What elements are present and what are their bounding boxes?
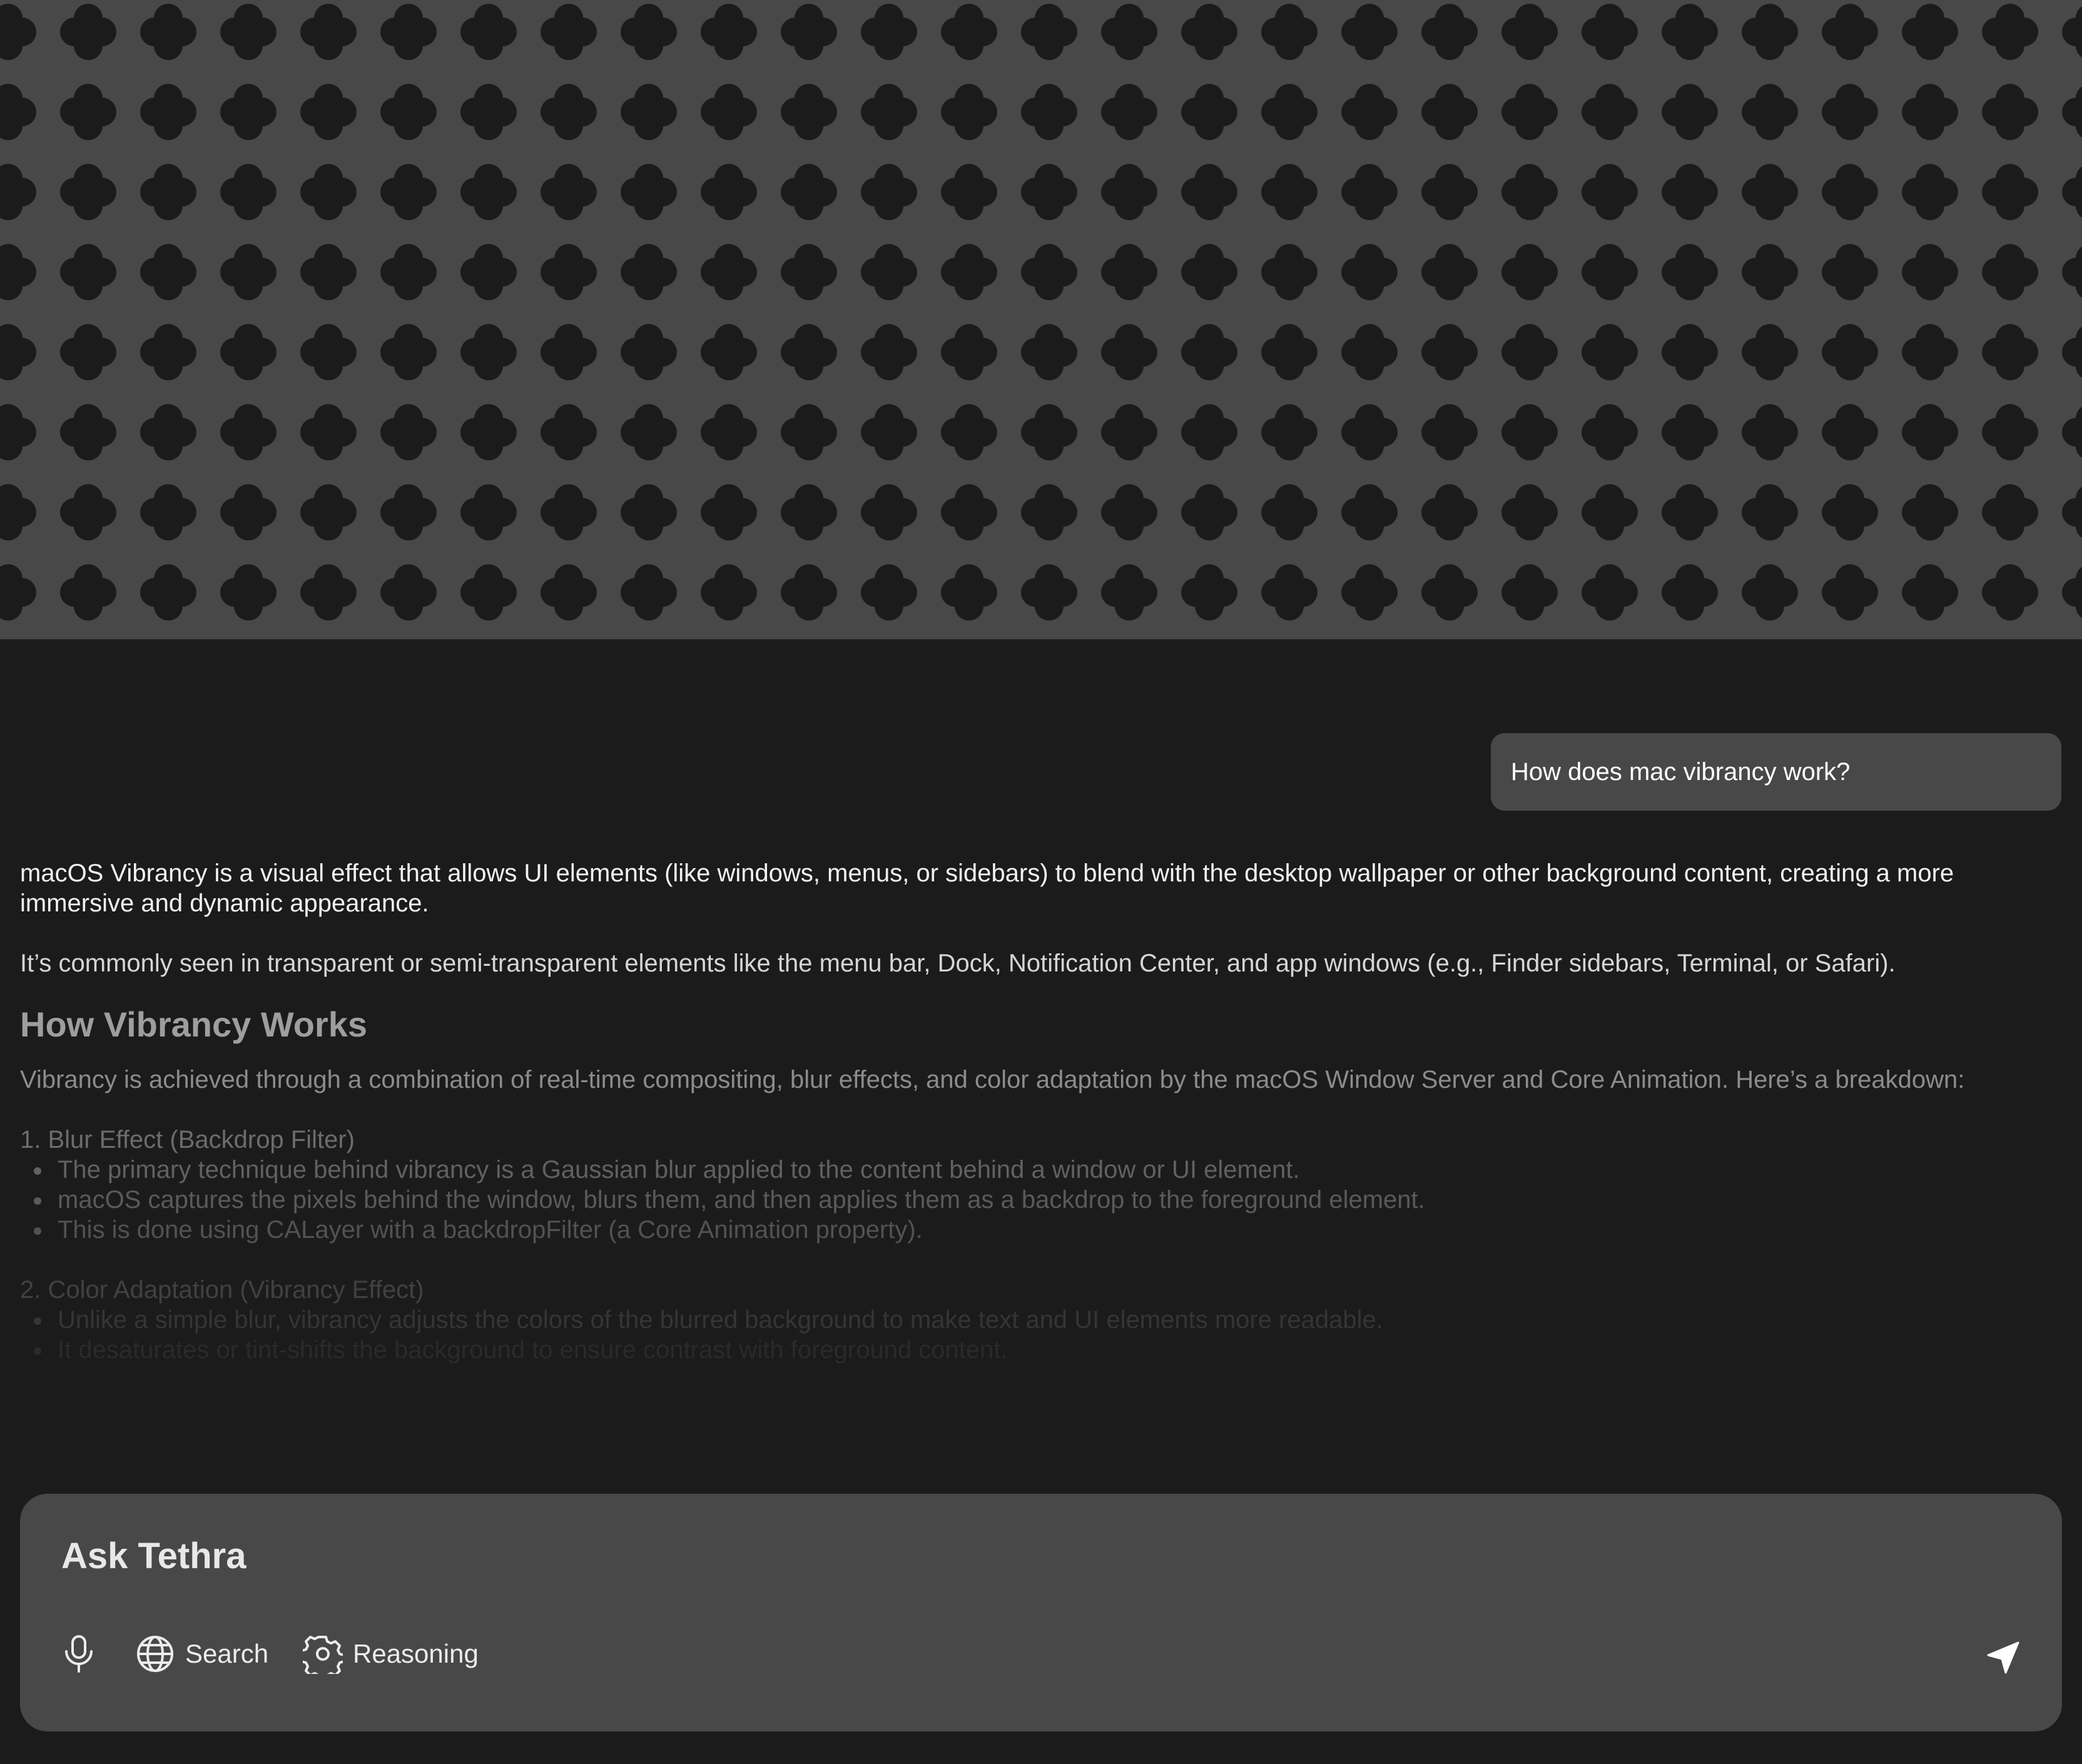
message-composer: Ask Tethra Search Reasoning <box>20 1494 2062 1731</box>
gear-icon <box>303 1636 343 1674</box>
user-message-text: How does mac vibrancy work? <box>1511 758 1851 786</box>
list-item: This is done using CALayer with a backdr… <box>20 1215 2047 1245</box>
prompt-input[interactable]: Ask Tethra <box>61 1535 246 1577</box>
list-item: The primary technique behind vibrancy is… <box>20 1155 2047 1185</box>
response-paragraph: macOS Vibrancy is a visual effect that a… <box>20 859 1954 917</box>
send-icon <box>1987 1641 2019 1674</box>
list-item: macOS captures the pixels behind the win… <box>20 1185 2047 1215</box>
send-button[interactable] <box>1984 1639 2022 1680</box>
bullet-list: Unlike a simple blur, vibrancy adjusts t… <box>20 1305 2047 1365</box>
search-button[interactable]: Search <box>135 1634 268 1674</box>
chat-window: How does mac vibrancy work? macOS Vibran… <box>0 0 2082 1764</box>
response-paragraph: Vibrancy is achieved through a combinati… <box>20 1066 1965 1093</box>
section-title: 1. Blur Effect (Backdrop Filter) <box>20 1126 355 1153</box>
reasoning-label: Reasoning <box>353 1639 479 1668</box>
response-heading: How Vibrancy Works <box>20 1005 367 1044</box>
list-item: It desaturates or tint-shifts the backgr… <box>20 1335 2047 1365</box>
microphone-icon <box>65 1635 93 1673</box>
reasoning-button[interactable]: Reasoning <box>303 1634 479 1674</box>
microphone-button[interactable] <box>61 1634 96 1674</box>
globe-icon <box>137 1636 173 1672</box>
assistant-response: macOS Vibrancy is a visual effect that a… <box>20 858 2047 1365</box>
list-item: Unlike a simple blur, vibrancy adjusts t… <box>20 1305 2047 1335</box>
user-message-bubble: How does mac vibrancy work? <box>1491 733 2061 811</box>
bullet-list: The primary technique behind vibrancy is… <box>20 1155 2047 1245</box>
response-paragraph: It’s commonly seen in transparent or sem… <box>20 950 1896 977</box>
section-title: 2. Color Adaptation (Vibrancy Effect) <box>20 1276 424 1304</box>
search-label: Search <box>185 1639 269 1668</box>
background-pattern <box>0 0 2082 639</box>
